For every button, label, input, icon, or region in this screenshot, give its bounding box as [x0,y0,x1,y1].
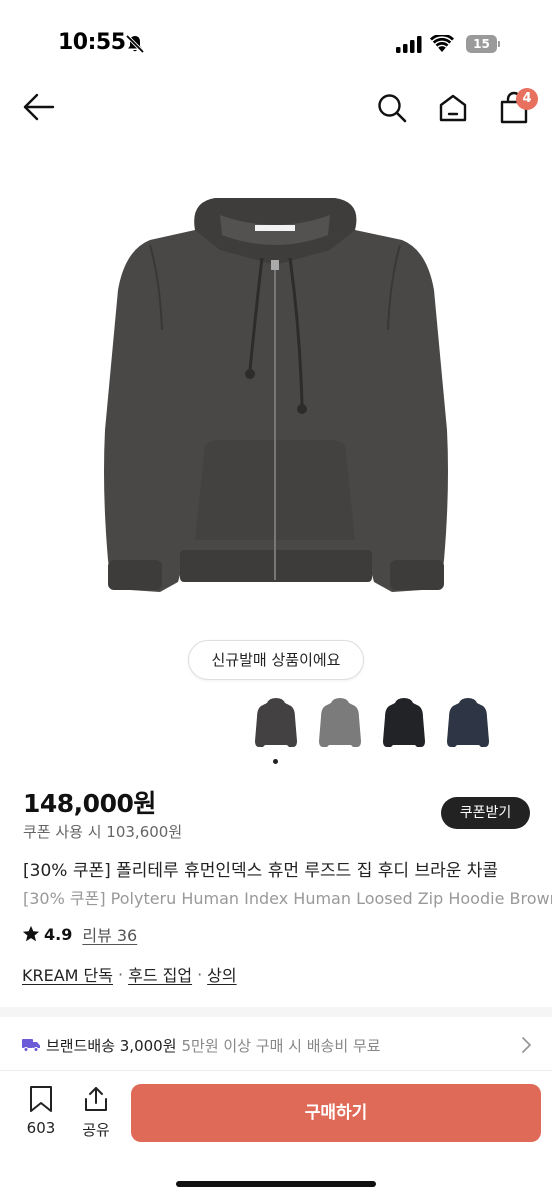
shipping-row[interactable]: 브랜드배송 3,000원 5만원 이상 구매 시 배송비 무료 [22,1032,532,1058]
breadcrumb-tops[interactable]: 상의 [207,962,236,986]
home-icon[interactable] [437,92,469,124]
back-arrow-icon[interactable] [22,92,56,122]
product-title-ko: [30% 쿠폰] 폴리테루 휴먼인덱스 휴먼 루즈드 집 후디 브라운 차콜 [23,861,499,881]
bookmark-count: 603 [26,1119,56,1137]
breadcrumb-kream-exclusive[interactable]: KREAM 단독 [22,962,113,986]
color-thumbnail-black[interactable] [381,697,427,753]
home-indicator [176,1181,376,1187]
coupon-button[interactable]: 쿠폰받기 [441,797,530,829]
review-link[interactable]: 리뷰 36 [82,922,137,946]
breadcrumb: KREAM 단독 · 후드 집업 · 상의 [22,962,237,986]
share-label: 공유 [82,1121,110,1139]
bottom-action-bar: 603 공유 구매하기 [0,1070,552,1200]
shipping-note: 5만원 이상 구매 시 배송비 무료 [181,1036,381,1055]
bookmark-button[interactable]: 603 [26,1085,56,1149]
new-release-chip: 신규발매 상품이에요 [188,640,364,680]
truck-icon [22,1039,40,1052]
share-button[interactable]: 공유 [80,1085,112,1149]
color-thumbnail-navy[interactable] [445,697,491,753]
cart-badge: 4 [516,88,538,110]
bookmark-icon [30,1086,52,1112]
breadcrumb-hood-zipup[interactable]: 후드 집업 [128,962,192,986]
share-icon [85,1087,107,1111]
color-thumbnail-charcoal[interactable] [253,697,299,753]
battery-icon: 15 [466,35,500,53]
star-icon [22,925,40,942]
search-icon[interactable] [376,92,408,124]
product-price: 148,000원 [23,789,156,818]
status-bar: 10:55 15 [0,0,552,90]
nav-bar [0,80,552,136]
rating-row: 4.9 리뷰 36 [22,922,137,946]
breadcrumb-separator: · [118,964,124,984]
thumbnail-indicator-dot [273,759,278,764]
battery-level: 15 [473,37,490,51]
product-title-en: [30% 쿠폰] Polyteru Human Index Human Loos… [23,889,552,908]
status-time: 10:55 [58,30,126,55]
breadcrumb-separator: · [197,964,203,984]
rating-value: 4.9 [44,924,73,944]
section-divider [0,1007,552,1017]
coupon-price: 쿠폰 사용 시 103,600원 [23,823,183,841]
wifi-icon [430,35,454,52]
chevron-right-icon [522,1037,531,1053]
color-thumbnail-gray[interactable] [317,697,363,753]
signal-icon [396,36,422,53]
product-image[interactable] [90,190,460,630]
buy-button[interactable]: 구매하기 [131,1084,541,1142]
bell-off-icon [125,34,145,54]
shipping-label: 브랜드배송 3,000원 [46,1036,177,1055]
